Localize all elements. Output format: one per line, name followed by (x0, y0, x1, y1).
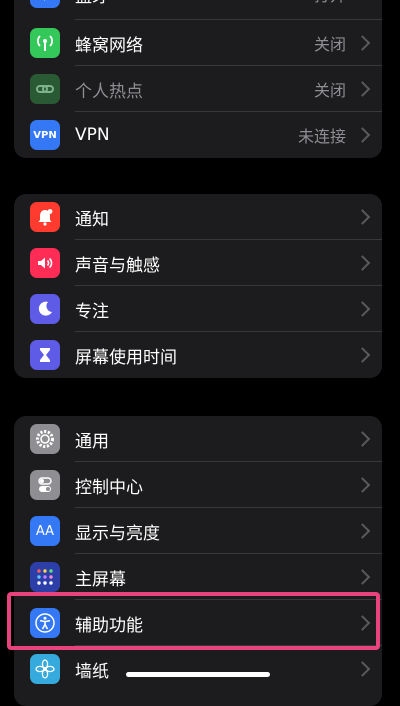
wallpaper-row[interactable]: 墙纸 (14, 646, 382, 692)
wallpaper-label: 墙纸 (75, 661, 109, 682)
speaker-icon (30, 248, 60, 278)
chevron-right-icon (354, 523, 371, 539)
chevron-right-icon (354, 209, 371, 225)
personal-hotspot-row[interactable]: 个人热点 关闭 (14, 66, 382, 112)
cellular-antenna-icon (30, 28, 60, 58)
vpn-label: VPN (75, 125, 110, 145)
notifications-row[interactable]: 通知 (14, 194, 382, 240)
general-settings-group: 通用 控制中心 AA 显示与亮度 主屏幕 辅助功能 墙纸 (14, 416, 382, 706)
chevron-right-icon (354, 477, 371, 493)
flower-icon (30, 654, 60, 684)
bluetooth-label: 蓝牙 (75, 0, 109, 7)
chevron-right-icon (354, 301, 371, 317)
hotspot-label: 个人热点 (75, 81, 143, 102)
bluetooth-icon (30, 0, 60, 8)
vpn-row[interactable]: VPN VPN 未连接 (14, 112, 382, 158)
general-row[interactable]: 通用 (14, 416, 382, 462)
gear-icon (30, 424, 60, 454)
focus-row[interactable]: 专注 (14, 286, 382, 332)
control-center-label: 控制中心 (75, 477, 143, 498)
vpn-icon-text: VPN (33, 129, 57, 141)
general-label: 通用 (75, 431, 109, 452)
display-icon-text: AA (35, 523, 55, 539)
home-indicator (126, 672, 270, 677)
hotspot-chain-icon (30, 74, 60, 104)
display-aa-icon: AA (30, 516, 60, 546)
chevron-right-icon (354, 127, 371, 143)
notifications-label: 通知 (75, 209, 109, 230)
bluetooth-row[interactable]: 蓝牙 打开 (14, 0, 382, 20)
sounds-haptics-row[interactable]: 声音与触感 (14, 240, 382, 286)
screen-time-row[interactable]: 屏幕使用时间 (14, 332, 382, 378)
cellular-row[interactable]: 蜂窝网络 关闭 (14, 20, 382, 66)
notifications-settings-group: 通知 声音与触感 专注 屏幕使用时间 (14, 194, 382, 378)
sounds-haptics-label: 声音与触感 (75, 255, 160, 276)
screen-time-label: 屏幕使用时间 (75, 347, 177, 368)
focus-label: 专注 (75, 301, 109, 322)
chevron-right-icon (354, 255, 371, 271)
vpn-value: 未连接 (297, 127, 346, 146)
cellular-value: 关闭 (313, 35, 346, 54)
hourglass-icon (30, 340, 60, 370)
highlight-box (7, 592, 380, 650)
hotspot-value: 关闭 (313, 81, 346, 100)
vpn-icon: VPN (30, 120, 60, 150)
chevron-right-icon (354, 81, 371, 97)
display-brightness-label: 显示与亮度 (75, 523, 160, 544)
chevron-right-icon (354, 661, 371, 677)
moon-icon (30, 294, 60, 324)
display-brightness-row[interactable]: AA 显示与亮度 (14, 508, 382, 554)
home-screen-label: 主屏幕 (75, 569, 126, 590)
control-center-row[interactable]: 控制中心 (14, 462, 382, 508)
chevron-right-icon (354, 347, 371, 363)
bell-icon (30, 202, 60, 232)
network-settings-group: 蓝牙 打开 蜂窝网络 关闭 个人热点 关闭 (14, 0, 382, 158)
chevron-right-icon (354, 35, 371, 51)
toggles-icon (30, 470, 60, 500)
bluetooth-value: 打开 (314, 0, 346, 6)
cellular-label: 蜂窝网络 (75, 35, 143, 56)
chevron-right-icon (354, 431, 371, 447)
app-grid-icon (30, 562, 60, 592)
chevron-right-icon (354, 569, 371, 585)
